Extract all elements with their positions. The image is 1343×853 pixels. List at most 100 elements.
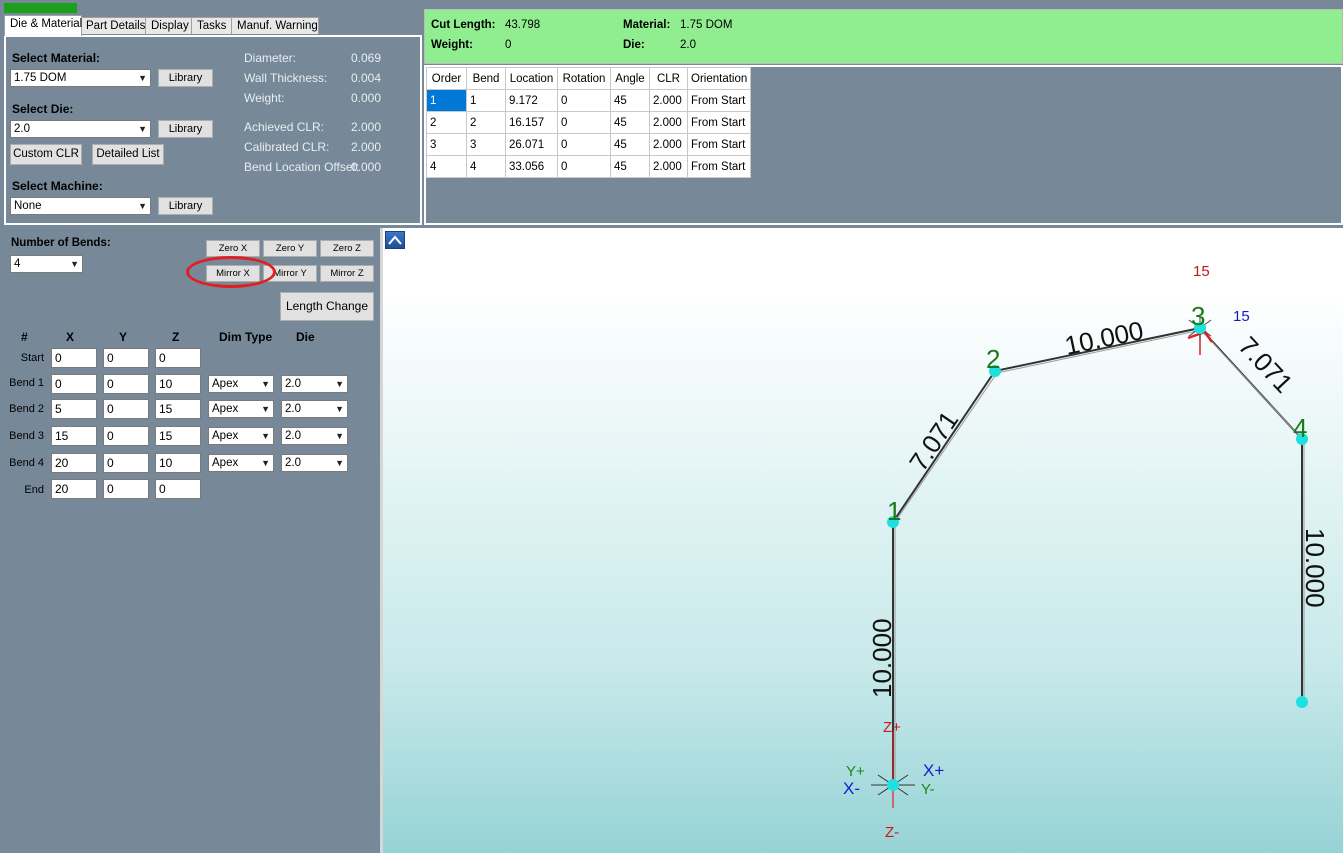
bend-4-y-input[interactable]: 0 (103, 453, 149, 473)
bend-2-die-select[interactable]: 2.0 ▼ (281, 400, 348, 418)
table-cell[interactable]: 3 (466, 133, 506, 156)
mirror-z-button[interactable]: Mirror Z (320, 265, 374, 282)
bend-1-dim-type-select[interactable]: Apex ▼ (208, 375, 274, 393)
start-z-input[interactable]: 0 (155, 348, 201, 368)
bend-3-dim-type-select[interactable]: Apex ▼ (208, 427, 274, 445)
3d-viewport[interactable]: 1 2 3 4 10.000 7.071 10.000 7.071 10.000… (383, 228, 1343, 853)
table-cell[interactable]: 0 (557, 89, 611, 112)
grid-header-orientation[interactable]: Orientation (686, 67, 752, 90)
zero-z-button[interactable]: Zero Z (320, 240, 374, 257)
tube-path-shadow (894, 329, 1305, 785)
die-select[interactable]: 2.0 ▼ (10, 120, 151, 138)
bend-4-x-input[interactable]: 20 (51, 453, 97, 473)
table-cell[interactable]: 0 (557, 111, 611, 134)
table-cell[interactable]: 9.172 (505, 89, 558, 112)
bend-2-y-input[interactable]: 0 (103, 399, 149, 419)
start-x-input[interactable]: 0 (51, 348, 97, 368)
table-cell[interactable]: From Start (686, 155, 752, 178)
summary-material-label: Material: (623, 19, 671, 31)
angle-label-red: 15 (1193, 263, 1210, 280)
zero-y-button[interactable]: Zero Y (263, 240, 317, 257)
length-change-button[interactable]: Length Change (280, 292, 374, 321)
number-of-bends-value: 4 (14, 258, 21, 270)
bend-4-z-input[interactable]: 10 (155, 453, 201, 473)
table-cell[interactable]: 3 (426, 133, 467, 156)
tab-tasks[interactable]: Tasks (191, 17, 233, 34)
grid-header-angle[interactable]: Angle (610, 67, 650, 90)
tab-manuf-warning[interactable]: Manuf. Warning (231, 17, 319, 34)
bend-2-z-input[interactable]: 15 (155, 399, 201, 419)
bend-1-z-input[interactable]: 10 (155, 374, 201, 394)
axis-label-z-minus: Z- (885, 824, 899, 841)
table-cell[interactable]: 0 (557, 155, 611, 178)
tab-die-material[interactable]: Die & Material (4, 15, 82, 36)
table-cell[interactable]: 33.056 (505, 155, 558, 178)
bend-2-x-input[interactable]: 5 (51, 399, 97, 419)
table-cell[interactable]: 2.000 (649, 155, 688, 178)
tab-part-details[interactable]: Part Details (80, 17, 150, 34)
end-z-input[interactable]: 0 (155, 479, 201, 499)
axis-label-z-plus: Z+ (883, 719, 901, 736)
number-of-bends-select[interactable]: 4 ▼ (10, 255, 83, 273)
table-cell[interactable]: 1 (426, 89, 467, 112)
table-cell[interactable]: 16.157 (505, 111, 558, 134)
achieved-clr-label: Achieved CLR: (244, 120, 325, 134)
summary-die-label: Die: (623, 39, 645, 51)
table-row[interactable]: 1 1 9.172 0 45 2.000 From Start (426, 89, 752, 112)
table-cell[interactable]: 1 (466, 89, 506, 112)
machine-library-button[interactable]: Library (158, 197, 213, 215)
bend-1-die-value: 2.0 (285, 378, 301, 390)
table-cell[interactable]: 2 (426, 111, 467, 134)
start-y-input[interactable]: 0 (103, 348, 149, 368)
table-row[interactable]: 2 2 16.157 0 45 2.000 From Start (426, 111, 752, 134)
grid-header-order[interactable]: Order (426, 67, 467, 90)
grid-header-clr[interactable]: CLR (649, 67, 688, 90)
tube-drawing: 1 2 3 4 10.000 7.071 10.000 7.071 10.000… (843, 263, 1330, 841)
zero-x-button[interactable]: Zero X (206, 240, 260, 257)
table-cell[interactable]: From Start (686, 111, 752, 134)
material-library-button[interactable]: Library (158, 69, 213, 87)
custom-clr-button[interactable]: Custom CLR (10, 144, 82, 165)
table-cell[interactable]: 2.000 (649, 89, 688, 112)
table-cell[interactable]: 2.000 (649, 111, 688, 134)
material-select[interactable]: 1.75 DOM ▼ (10, 69, 151, 87)
table-cell[interactable]: 45 (610, 155, 650, 178)
bend-3-die-select[interactable]: 2.0 ▼ (281, 427, 348, 445)
machine-select[interactable]: None ▼ (10, 197, 151, 215)
table-cell[interactable]: 45 (610, 133, 650, 156)
tab-display[interactable]: Display (145, 17, 195, 34)
table-cell[interactable]: 45 (610, 89, 650, 112)
grid-header-bend[interactable]: Bend (466, 67, 506, 90)
grid-header-location[interactable]: Location (505, 67, 558, 90)
detailed-list-button[interactable]: Detailed List (92, 144, 164, 165)
die-select-value: 2.0 (14, 123, 30, 135)
bend-1-die-select[interactable]: 2.0 ▼ (281, 375, 348, 393)
table-cell[interactable]: 4 (426, 155, 467, 178)
bend-3-z-input[interactable]: 15 (155, 426, 201, 446)
bend-3-y-input[interactable]: 0 (103, 426, 149, 446)
bend-4-dim-type-select[interactable]: Apex ▼ (208, 454, 274, 472)
bend-4-die-select[interactable]: 2.0 ▼ (281, 454, 348, 472)
node-end[interactable] (1296, 696, 1308, 708)
table-cell[interactable]: 26.071 (505, 133, 558, 156)
bend-1-x-input[interactable]: 0 (51, 374, 97, 394)
die-library-button[interactable]: Library (158, 120, 213, 138)
material-select-value: 1.75 DOM (14, 72, 67, 84)
end-x-input[interactable]: 20 (51, 479, 97, 499)
bend-2-dim-type-select[interactable]: Apex ▼ (208, 400, 274, 418)
table-cell[interactable]: From Start (686, 133, 752, 156)
end-y-input[interactable]: 0 (103, 479, 149, 499)
grid-header-rotation[interactable]: Rotation (557, 67, 611, 90)
table-row[interactable]: 3 3 26.071 0 45 2.000 From Start (426, 133, 752, 156)
table-cell[interactable]: 2.000 (649, 133, 688, 156)
table-cell[interactable]: 0 (557, 133, 611, 156)
table-cell[interactable]: 2 (466, 111, 506, 134)
table-cell[interactable]: 45 (610, 111, 650, 134)
table-cell[interactable]: 4 (466, 155, 506, 178)
table-row[interactable]: 4 4 33.056 0 45 2.000 From Start (426, 155, 752, 178)
bend-1-y-input[interactable]: 0 (103, 374, 149, 394)
node-start[interactable] (887, 779, 899, 791)
segment-label-5: 10.000 (1300, 528, 1330, 608)
table-cell[interactable]: From Start (686, 89, 752, 112)
bend-3-x-input[interactable]: 15 (51, 426, 97, 446)
